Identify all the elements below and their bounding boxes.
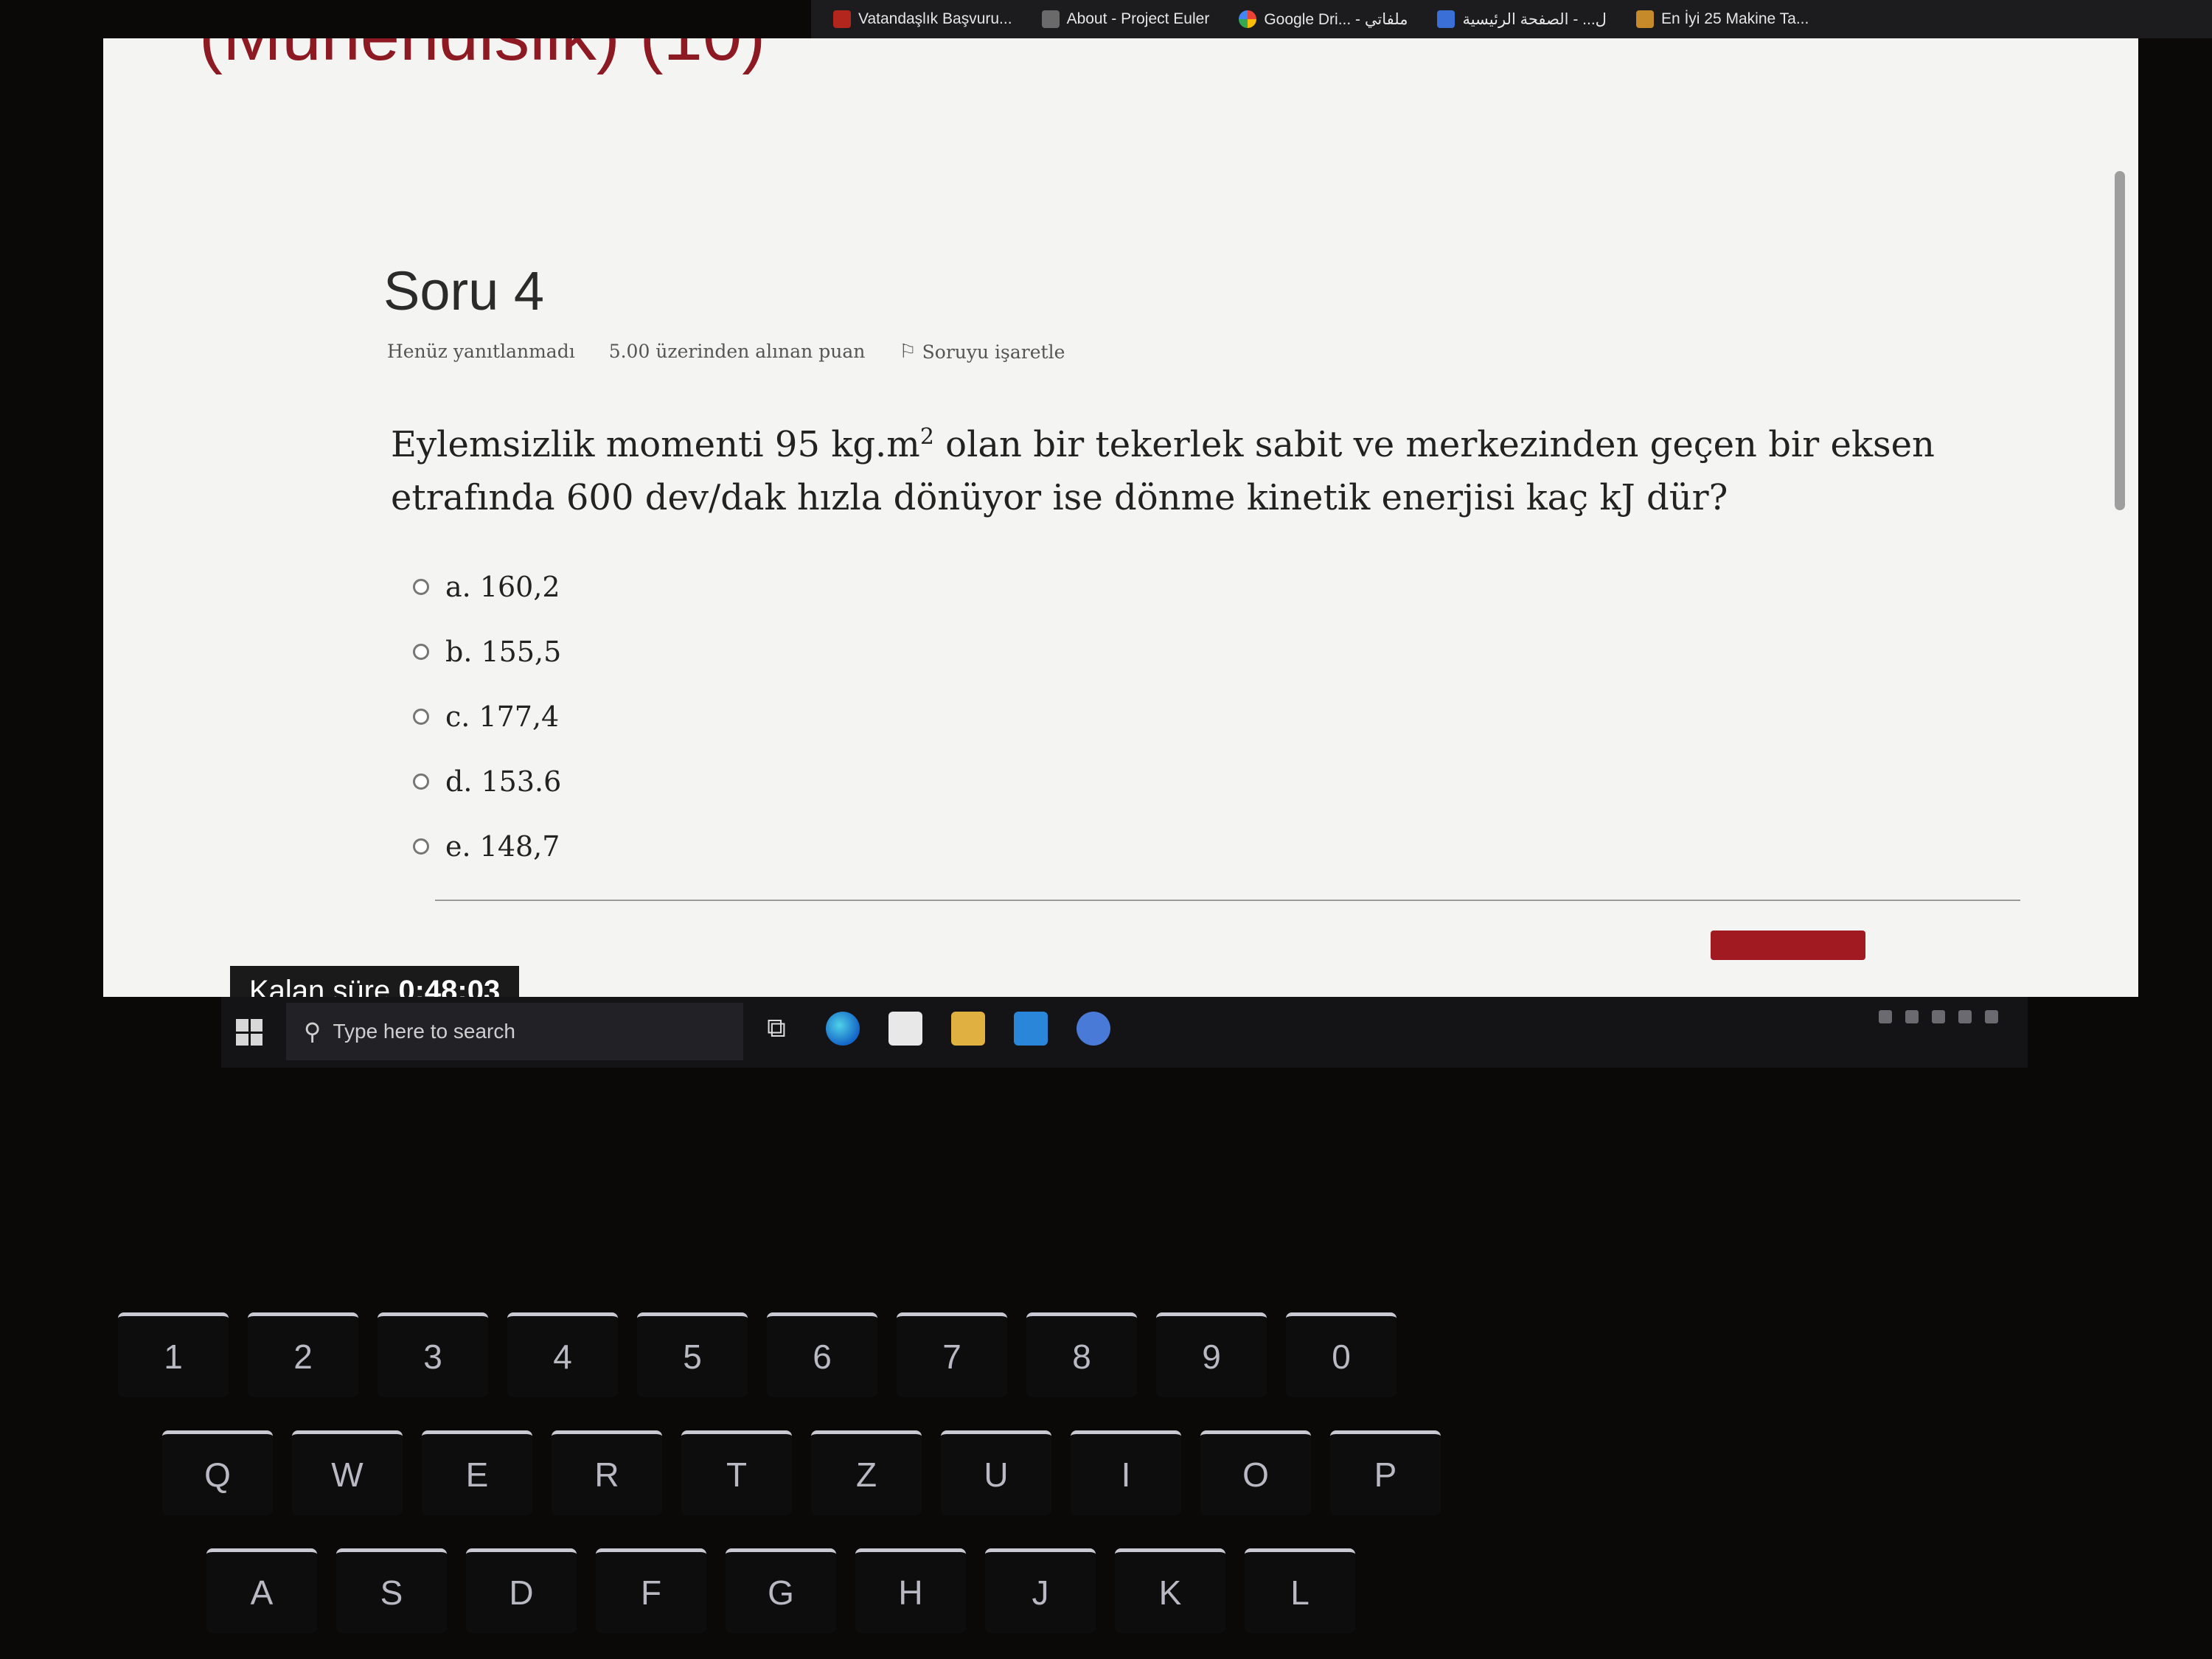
keyboard-number-row: 1 2 3 4 5 6 7 8 9 0 [118,1312,1397,1397]
red-square-icon [833,10,851,28]
flag-label: Soruyu işaretle [922,341,1065,363]
question-status: Henüz yanıtlanmadı [387,341,575,362]
question-text-superscript: 2 [919,424,934,450]
question-text: Eylemsizlik momenti 95 kg.m2 olan bir te… [391,411,2028,524]
file-explorer-icon[interactable] [951,1012,985,1046]
question-number: Soru 4 [383,260,545,321]
key: 8 [1026,1312,1137,1397]
key: K [1115,1548,1225,1633]
answer-option-a[interactable]: a. 160,2 [413,554,561,619]
answer-option-c[interactable]: c. 177,4 [413,684,561,749]
next-page-button[interactable] [1711,931,1865,960]
answer-option-e[interactable]: e. 148,7 [413,814,561,879]
bookmark-vatandaslik[interactable]: Vatandaşlık Başvuru... [833,10,1012,28]
answer-list: a. 160,2 b. 155,5 c. 177,4 d. 153.6 e. 1… [413,554,561,879]
search-icon: ⚲ [304,1018,321,1046]
answer-label: b. 155,5 [445,636,562,668]
answer-label: a. 160,2 [445,571,560,603]
network-icon[interactable] [1905,1010,1919,1023]
key: E [422,1430,532,1515]
bookmark-icon [1437,10,1455,28]
euler-icon [1041,10,1060,28]
search-placeholder: Type here to search [333,1020,515,1043]
volume-icon[interactable] [1932,1010,1945,1023]
key: 1 [118,1312,229,1397]
key: L [1245,1548,1355,1633]
edge-browser-icon[interactable] [826,1012,860,1046]
answer-option-b[interactable]: b. 155,5 [413,619,561,684]
key: Q [162,1430,273,1515]
key: 0 [1286,1312,1397,1397]
google-drive-icon [1239,10,1257,28]
store-icon[interactable] [888,1012,922,1046]
key: 6 [767,1312,877,1397]
radio-button[interactable] [413,709,429,725]
battery-icon[interactable] [1958,1010,1972,1023]
app-icon[interactable] [1077,1012,1110,1046]
bookmark-label: ل... - الصفحة الرئيسية [1462,10,1607,28]
key: 5 [637,1312,748,1397]
flag-icon: ⚐ [899,341,917,363]
windows-start-icon[interactable] [236,1019,262,1046]
windows-taskbar: ⚲ Type here to search ⧉ [221,997,2028,1068]
mail-icon[interactable] [1014,1012,1048,1046]
bookmark-label: Google Dri... - ملفاتي [1264,10,1408,28]
bookmark-makine[interactable]: En İyi 25 Makine Ta... [1635,10,1809,28]
key: Z [811,1430,922,1515]
key: 3 [378,1312,488,1397]
key: R [552,1430,662,1515]
bookmark-google-drive[interactable]: Google Dri... - ملفاتي [1239,10,1408,29]
bookmark-icon [1635,10,1654,28]
answer-label: d. 153.6 [445,765,562,798]
radio-button[interactable] [413,773,429,790]
chevron-up-icon[interactable] [1879,1010,1892,1023]
bookmarks-bar: Vatandaşlık Başvuru... About - Project E… [811,0,2212,38]
key: 9 [1156,1312,1267,1397]
key: G [726,1548,836,1633]
key: 4 [507,1312,618,1397]
key: W [292,1430,403,1515]
radio-button[interactable] [413,838,429,855]
notification-icon[interactable] [1985,1010,1998,1023]
key: D [466,1548,577,1633]
key: A [206,1548,317,1633]
key: F [596,1548,706,1633]
key: O [1200,1430,1311,1515]
answer-label: e. 148,7 [445,830,560,863]
answer-label: c. 177,4 [445,700,560,733]
question-text-part1: Eylemsizlik momenti 95 kg.m [391,424,920,465]
key: P [1330,1430,1441,1515]
page-scrollbar[interactable] [2115,171,2125,510]
task-view-icon[interactable]: ⧉ [759,1012,793,1046]
bookmark-label: Vatandaşlık Başvuru... [858,10,1012,27]
course-title: (Mühendislik) (10) [199,38,765,77]
keyboard-top-row: Q W E R T Z U I O P [162,1430,1441,1515]
key: 2 [248,1312,358,1397]
bookmark-homepage[interactable]: ل... - الصفحة الرئيسية [1437,10,1607,29]
key: T [681,1430,792,1515]
taskbar-search-box[interactable]: ⚲ Type here to search [286,1003,743,1060]
key: S [336,1548,447,1633]
key: I [1071,1430,1181,1515]
key: H [855,1548,966,1633]
key: J [985,1548,1096,1633]
laptop-keyboard: 1 2 3 4 5 6 7 8 9 0 Q W E R T Z U I O P … [0,1268,2212,1659]
question-points: 5.00 üzerinden alınan puan [608,341,866,362]
radio-button[interactable] [413,579,429,595]
bookmark-label: En İyi 25 Makine Ta... [1660,10,1809,27]
question-info: Henüz yanıtlanmadı 5.00 üzerinden alınan… [387,341,1065,363]
keyboard-home-row: A S D F G H J K L [206,1548,1355,1633]
answer-option-d[interactable]: d. 153.6 [413,749,561,814]
bookmark-label: About - Project Euler [1066,10,1210,27]
bookmark-project-euler[interactable]: About - Project Euler [1041,10,1210,28]
key: 7 [897,1312,1007,1397]
key: U [941,1430,1051,1515]
quiz-page: (Mühendislik) (10) Soru 4 Henüz yanıtlan… [103,38,2138,997]
radio-button[interactable] [413,644,429,660]
system-tray [1879,1010,1998,1023]
divider [435,900,2020,901]
flag-question-link[interactable]: ⚐ Soruyu işaretle [899,341,1065,363]
